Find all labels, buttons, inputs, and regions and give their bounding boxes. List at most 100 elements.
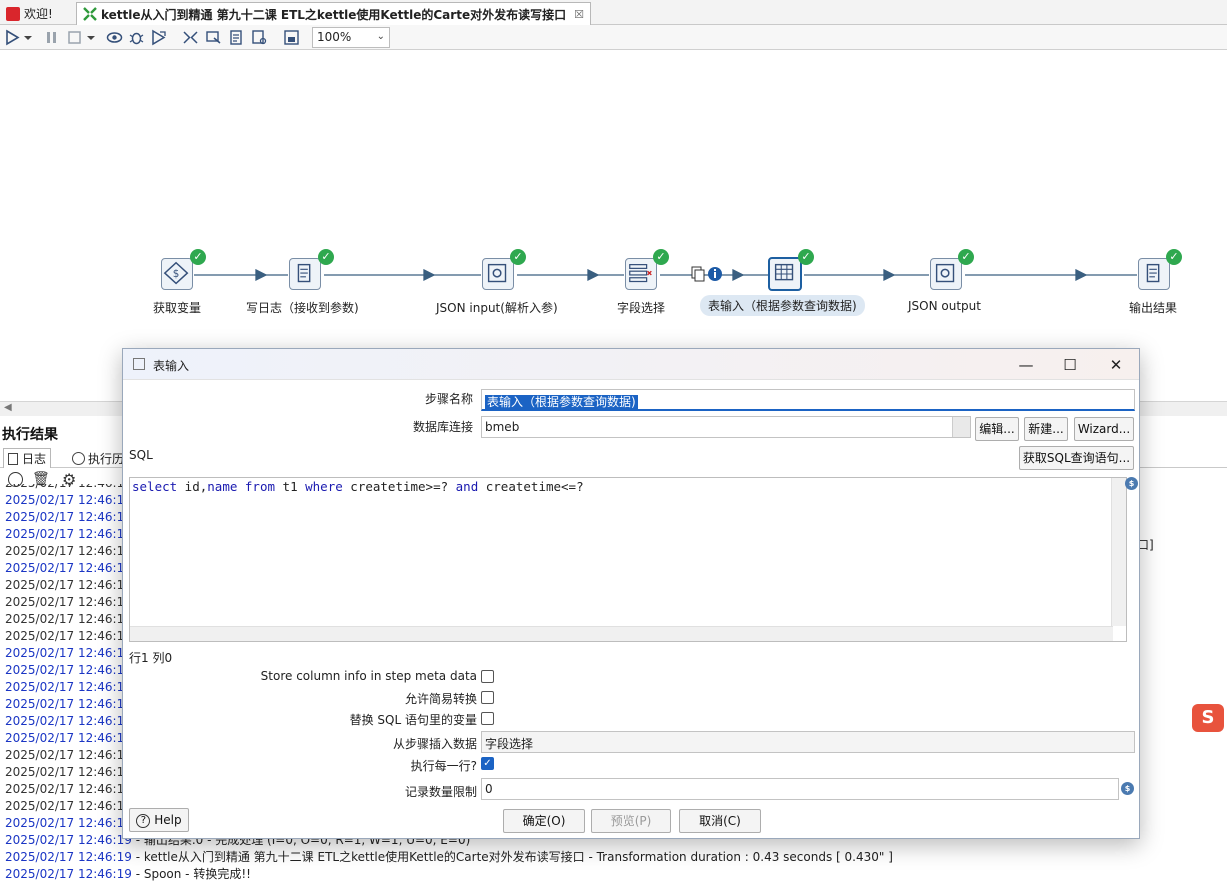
- step-label: 写日志（接收到参数): [246, 301, 359, 315]
- replay-icon: [151, 29, 166, 46]
- help-button[interactable]: ? Help: [129, 808, 189, 832]
- tab-execution-history[interactable]: 执行历: [68, 448, 128, 468]
- log-line: 2025/02/17 12:46:19 - Spoon - 转换完成!!: [5, 866, 251, 882]
- insert-from-step-select[interactable]: 字段选择: [481, 731, 1135, 753]
- wizard-button[interactable]: Wizard...: [1074, 417, 1134, 441]
- pause-button[interactable]: [41, 28, 61, 47]
- db-connection-select[interactable]: bmeb: [481, 416, 971, 438]
- tab-log-label: 日志: [22, 452, 47, 466]
- log-timestamp: 2025/02/17 12:46:19: [5, 561, 132, 575]
- log-timestamp: 2025/02/17 12:46:19: [5, 646, 132, 660]
- store-column-label: Store column info in step meta data: [260, 669, 477, 683]
- step-table-input[interactable]: [768, 257, 802, 291]
- svg-text:$: $: [173, 268, 180, 280]
- scroll-left-icon[interactable]: ◀: [4, 402, 12, 413]
- sql-vertical-scrollbar[interactable]: [1111, 478, 1126, 626]
- replay-button[interactable]: [148, 28, 168, 47]
- limit-size-input[interactable]: 0: [481, 778, 1119, 800]
- dropdown-arrow-icon[interactable]: [952, 417, 970, 437]
- step-get-variables[interactable]: $: [161, 258, 193, 290]
- variable-icon: $: [1121, 782, 1134, 795]
- sql-horizontal-scrollbar[interactable]: [130, 626, 1113, 641]
- new-connection-button[interactable]: 新建...: [1024, 417, 1068, 441]
- replace-variables-checkbox[interactable]: [481, 712, 494, 725]
- explore-db-button[interactable]: [249, 28, 269, 47]
- success-check-icon: ✓: [958, 249, 974, 265]
- execute-each-row-checkbox[interactable]: ✓: [481, 757, 494, 770]
- help-icon: ?: [136, 813, 151, 828]
- sql-editor[interactable]: select id,name from t1 where createtime>…: [129, 477, 1127, 642]
- success-check-icon: ✓: [653, 249, 669, 265]
- step-select-values[interactable]: [625, 258, 657, 290]
- generate-sql-button[interactable]: [226, 28, 246, 47]
- maximize-button[interactable]: ☐: [1057, 354, 1083, 376]
- log-line: 2025/02/17 12:46:19 - kettle从入门到精通 第九十二课…: [5, 849, 893, 866]
- transformation-icon: [83, 7, 97, 21]
- log-message: - kettle从入门到精通 第九十二课 ETL之kettle使用Kettle的…: [131, 850, 893, 864]
- run-options-button[interactable]: [22, 28, 34, 47]
- chevron-down-icon: [87, 36, 95, 40]
- log-timestamp: 2025/02/17 12:46:19: [5, 765, 132, 779]
- step-json-output[interactable]: [930, 258, 962, 290]
- log-line: 2025/02/17 12:46:19: [5, 611, 132, 628]
- minimize-button[interactable]: —: [1013, 354, 1039, 376]
- success-check-icon: ✓: [798, 249, 814, 265]
- log-timestamp: 2025/02/17 12:46:19: [5, 867, 132, 881]
- pause-icon: [46, 32, 56, 43]
- table-input-icon: [774, 263, 794, 281]
- success-check-icon: ✓: [510, 249, 526, 265]
- ok-button[interactable]: 确定(O): [503, 809, 585, 833]
- log-line: 2025/02/17 12:46:19: [5, 577, 132, 594]
- sql-token: t1: [275, 479, 306, 494]
- sql-keyword: where: [305, 479, 343, 494]
- results-panel-icon: [283, 30, 299, 45]
- tab-welcome[interactable]: 欢迎!: [0, 2, 59, 25]
- run-button[interactable]: [2, 28, 22, 47]
- get-sql-button[interactable]: 获取SQL查询语句...: [1019, 446, 1134, 470]
- step-label: 输出结果: [1129, 301, 1178, 315]
- cancel-button[interactable]: 取消(C): [679, 809, 761, 833]
- lazy-conversion-checkbox[interactable]: [481, 691, 494, 704]
- verify-icon: [182, 31, 198, 44]
- hop-copy-icon: [691, 266, 705, 282]
- sql-token: id,: [177, 479, 208, 494]
- step-name-input[interactable]: 表输入（根据参数查询数据): [481, 389, 1135, 411]
- debug-button[interactable]: [126, 28, 146, 47]
- store-column-checkbox[interactable]: [481, 670, 494, 683]
- limit-size-value: 0: [485, 782, 493, 796]
- log-timestamp: 2025/02/17 12:46:19: [5, 782, 132, 796]
- preview-button[interactable]: [104, 28, 124, 47]
- log-timestamp: 2025/02/17 12:46:19: [5, 527, 132, 541]
- clock-icon: [72, 451, 85, 465]
- replace-variables-label: 替换 SQL 语句里的变量: [349, 713, 477, 727]
- step-write-log[interactable]: [289, 258, 321, 290]
- verify-button[interactable]: [180, 28, 200, 47]
- hop-arrow: [732, 268, 745, 282]
- log-timestamp: 2025/02/17 12:46:19: [5, 578, 132, 592]
- log-timestamp: 2025/02/17 12:46:19: [5, 544, 132, 558]
- close-button[interactable]: ✕: [1103, 354, 1129, 376]
- tab-log[interactable]: 日志: [3, 448, 52, 468]
- log-timestamp: 2025/02/17 12:46:19: [5, 595, 132, 609]
- impact-button[interactable]: [203, 28, 223, 47]
- zoom-select[interactable]: 100% ⌄: [312, 27, 390, 48]
- stop-options-button[interactable]: [85, 28, 97, 47]
- preview-button[interactable]: 预览(P): [591, 809, 671, 833]
- step-json-input[interactable]: [482, 258, 514, 290]
- table-input-dialog: 表输入 — ☐ ✕ 步骤名称 表输入（根据参数查询数据) 数据库连接 bmeb …: [122, 348, 1140, 839]
- show-results-button[interactable]: [281, 28, 301, 47]
- close-tab-icon[interactable]: ☒: [574, 8, 584, 21]
- execution-results-title: 执行结果: [2, 427, 58, 443]
- stop-button[interactable]: [64, 28, 84, 47]
- tab-transformation[interactable]: kettle从入门到精通 第九十二课 ETL之kettle使用Kettle的Ca…: [76, 2, 591, 25]
- step-output-result[interactable]: [1138, 258, 1170, 290]
- sql-keyword: and: [455, 479, 479, 494]
- zoom-value: 100%: [317, 30, 352, 44]
- chevron-down-icon: ⌄: [376, 31, 385, 42]
- edit-connection-button[interactable]: 编辑...: [975, 417, 1019, 441]
- log-timestamp: 2025/02/17 12:46:19: [5, 731, 132, 745]
- dialog-title: 表输入: [153, 359, 190, 373]
- log-line: 2025/02/17 12:46:19: [5, 628, 132, 645]
- ime-s-icon[interactable]: S: [1192, 704, 1224, 732]
